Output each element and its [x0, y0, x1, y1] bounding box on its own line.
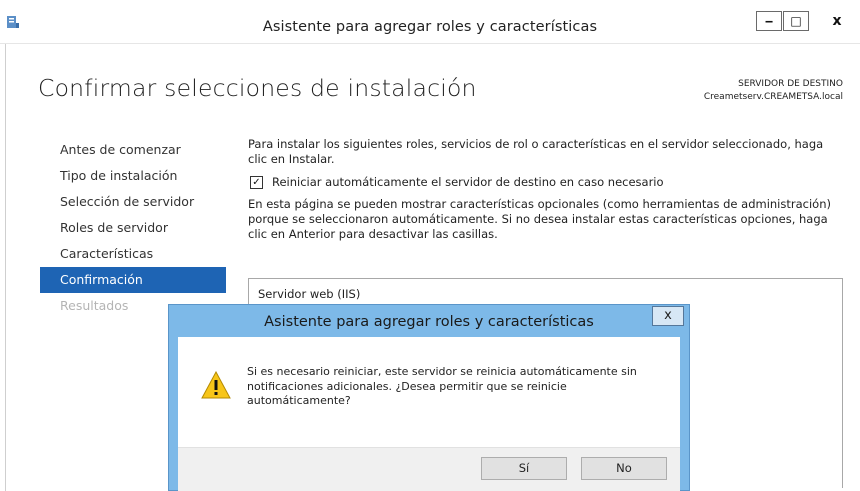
window-left-border	[5, 44, 6, 491]
page-title: Confirmar selecciones de instalación	[38, 74, 477, 102]
restart-option[interactable]: ✓ Reiniciar automáticamente el servidor …	[248, 175, 843, 190]
restart-confirm-dialog: Asistente para agregar roles y caracterí…	[168, 304, 690, 491]
dialog-close-button[interactable]: x	[652, 306, 684, 326]
intro-text: Para instalar los siguientes roles, serv…	[248, 137, 824, 166]
dialog-footer: Sí No	[178, 447, 680, 491]
nav-item-confirmacion[interactable]: Confirmación	[40, 267, 226, 293]
no-button[interactable]: No	[581, 457, 667, 480]
minimize-button[interactable]: ‒	[756, 11, 782, 31]
optional-features-text: En esta página se pueden mostrar caracte…	[248, 197, 831, 241]
dialog-message: Si es necesario reiniciar, este servidor…	[247, 365, 637, 407]
nav-item-antes-de-comenzar[interactable]: Antes de comenzar	[40, 137, 226, 163]
list-item[interactable]: Servidor web (IIS)	[258, 287, 360, 301]
dialog-title-bar: Asistente para agregar roles y caracterí…	[169, 305, 689, 337]
destination-server-name: Creametserv.CREAMETSA.local	[703, 92, 843, 102]
close-button[interactable]: x	[824, 11, 850, 31]
destination-server-label: SERVIDOR DE DESTINO	[738, 79, 843, 89]
warning-icon	[201, 371, 231, 399]
nav-item-seleccion-de-servidor[interactable]: Selección de servidor	[40, 189, 226, 215]
title-bar: Asistente para agregar roles y caracterí…	[0, 0, 860, 44]
nav-item-roles-de-servidor[interactable]: Roles de servidor	[40, 215, 226, 241]
window-title: Asistente para agregar roles y caracterí…	[262, 19, 598, 35]
nav-item-tipo-de-instalacion[interactable]: Tipo de instalación	[40, 163, 226, 189]
confirmation-content: Para instalar los siguientes roles, serv…	[248, 137, 843, 248]
restart-checkbox-label: Reiniciar automáticamente el servidor de…	[272, 175, 664, 189]
maximize-button[interactable]: □	[783, 11, 809, 31]
restart-checkbox[interactable]: ✓	[250, 176, 263, 189]
nav-item-caracteristicas[interactable]: Características	[40, 241, 226, 267]
yes-button[interactable]: Sí	[481, 457, 567, 480]
dialog-title: Asistente para agregar roles y caracterí…	[264, 314, 594, 330]
wizard-steps-nav: Antes de comenzar Tipo de instalación Se…	[40, 137, 226, 319]
dialog-body: Si es necesario reiniciar, este servidor…	[178, 337, 680, 447]
destination-server-info: SERVIDOR DE DESTINO Creametserv.CREAMETS…	[704, 78, 843, 104]
